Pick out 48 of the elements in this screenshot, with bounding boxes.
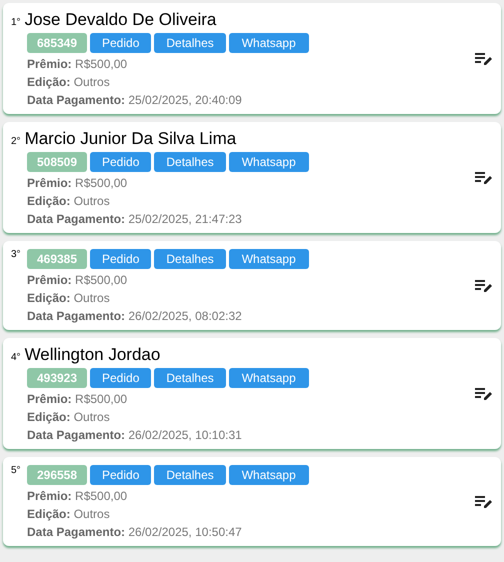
action-button[interactable]: Detalhes [154,368,226,388]
rank-number: 3° [11,248,22,262]
edit-list-icon[interactable] [475,52,493,66]
info-line: Edição: Outros [27,290,111,307]
action-button[interactable]: Whatsapp [228,152,309,172]
info-line: Edição: Outros [27,506,111,523]
action-button[interactable]: Detalhes [154,465,226,485]
action-button[interactable]: Detalhes [154,152,226,172]
info-line: Prêmio: R$500,00 [27,391,128,408]
info-line: Data Pagamento: 25/02/2025, 20:40:09 [27,92,243,109]
ticket-number-badge: 493923 [27,368,87,388]
action-button[interactable]: Whatsapp [228,465,309,485]
info-line: Prêmio: R$500,00 [27,175,128,192]
info-line: Data Pagamento: 26/02/2025, 10:50:47 [27,524,243,541]
info-line: Edição: Outros [27,409,111,426]
rank-number: 4° [11,351,21,365]
info-line: Prêmio: R$500,00 [27,272,128,289]
edit-list-icon[interactable] [475,171,493,185]
edit-list-icon[interactable] [475,279,493,293]
info-line: Edição: Outros [27,193,111,210]
rank-number: 5° [11,464,22,478]
edit-list-icon[interactable] [475,387,493,401]
ticket-number-badge: 508509 [27,152,87,172]
winner-name: Marcio Junior Da Silva Lima [24,128,236,150]
action-button[interactable]: Whatsapp [228,368,309,388]
info-line: Data Pagamento: 26/02/2025, 10:10:31 [27,427,243,444]
info-line: Data Pagamento: 26/02/2025, 08:02:32 [27,308,243,325]
action-button[interactable]: Pedido [90,33,152,53]
winner-name: Wellington Jordao [24,344,160,366]
rank-number: 1° [11,16,21,30]
ticket-number-badge: 685349 [27,33,87,53]
action-button[interactable]: Detalhes [154,33,226,53]
winner-name: Jose Devaldo De Oliveira [24,9,216,31]
info-line: Data Pagamento: 25/02/2025, 21:47:23 [27,211,243,228]
ticket-number-badge: 469385 [27,249,87,269]
action-button[interactable]: Whatsapp [228,249,309,269]
rank-number: 2° [11,135,21,149]
action-button[interactable]: Pedido [90,249,152,269]
info-line: Edição: Outros [27,74,111,91]
ticket-number-badge: 296558 [27,465,87,485]
edit-list-icon[interactable] [475,495,493,509]
action-button[interactable]: Whatsapp [228,33,309,53]
action-button[interactable]: Pedido [90,368,152,388]
action-button[interactable]: Pedido [90,465,152,485]
action-button[interactable]: Detalhes [154,249,226,269]
info-line: Prêmio: R$500,00 [27,488,128,505]
info-line: Prêmio: R$500,00 [27,56,128,73]
action-button[interactable]: Pedido [90,152,152,172]
